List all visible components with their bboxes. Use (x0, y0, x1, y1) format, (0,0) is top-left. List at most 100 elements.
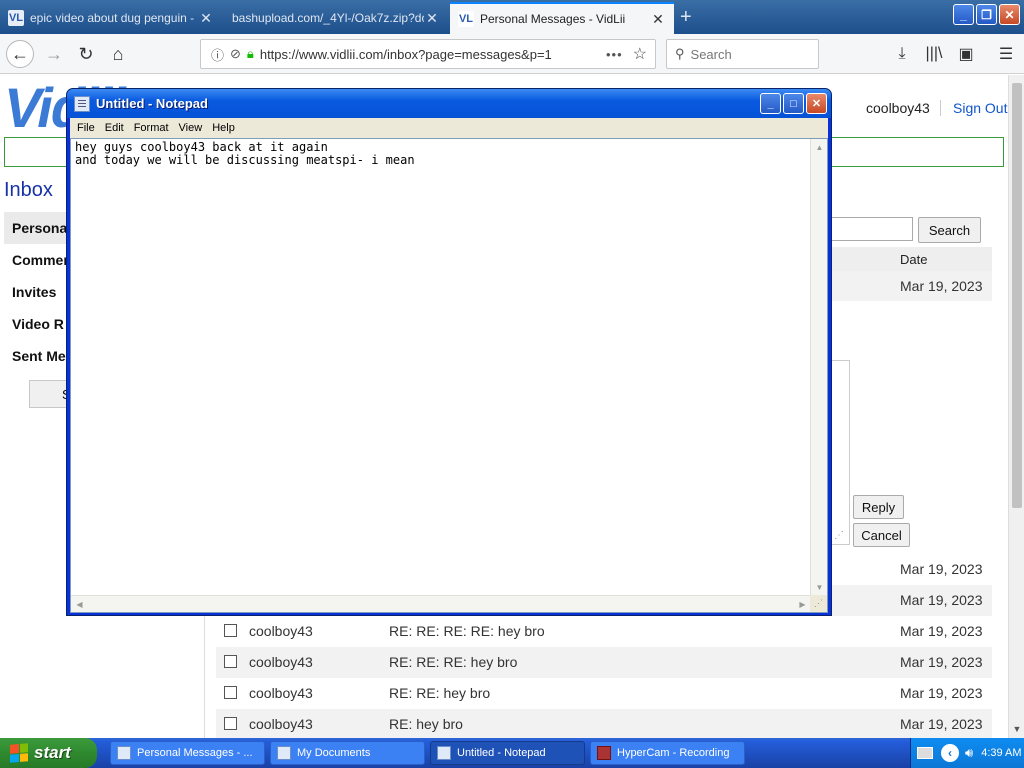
message-sender[interactable]: coolboy43 (249, 685, 313, 701)
sign-out-link[interactable]: Sign Out (940, 100, 1007, 116)
library-icon[interactable]: |||\ (922, 42, 946, 66)
close-tab-icon[interactable]: ✕ (650, 11, 666, 28)
reply-textarea[interactable] (832, 360, 850, 545)
horizontal-scrollbar[interactable]: ◀ ▶ (71, 595, 811, 612)
maximize-icon[interactable]: □ (783, 93, 804, 114)
scroll-right-icon[interactable]: ▶ (794, 596, 811, 613)
inbox-title: Inbox (4, 179, 53, 201)
message-checkbox[interactable] (224, 686, 237, 699)
taskbar-item-notepad[interactable]: Untitled - Notepad (430, 741, 585, 765)
url-bar[interactable]: ⓘ ⊘ 🔒︎ https://www.vidlii.com/inbox?page… (200, 39, 656, 69)
start-label: start (34, 743, 71, 762)
browser-search-input[interactable]: ⚲ Search (666, 39, 819, 69)
scroll-down-icon[interactable]: ▼ (1009, 721, 1024, 737)
scrollbar-thumb[interactable] (1012, 83, 1022, 508)
message-sender[interactable]: coolboy43 (249, 654, 313, 670)
search-icon: ⚲ (675, 46, 685, 61)
table-row[interactable]: coolboy43 RE: RE: RE: RE: hey bro Mar 19… (216, 616, 992, 647)
message-sender[interactable]: coolboy43 (249, 623, 313, 639)
menu-help[interactable]: Help (209, 122, 242, 134)
keyboard-icon[interactable] (917, 747, 933, 759)
vidlii-favicon-icon: VL (458, 11, 474, 27)
resize-grip-icon[interactable]: ⋰ (834, 530, 844, 541)
lock-icon[interactable]: 🔒︎ (247, 46, 254, 62)
new-tab-icon[interactable]: + (680, 6, 692, 29)
reload-icon[interactable]: ↻ (72, 40, 100, 68)
tracking-protection-icon[interactable]: ⊘ (230, 46, 241, 62)
inbox-search-input[interactable] (826, 217, 913, 241)
close-icon[interactable]: ✕ (999, 4, 1020, 25)
message-subject[interactable]: RE: RE: RE: RE: hey bro (389, 623, 545, 639)
table-row[interactable]: coolboy43 RE: RE: RE: hey bro Mar 19, 20… (216, 647, 992, 678)
notepad-titlebar[interactable]: Untitled - Notepad _ □ ✕ (67, 89, 831, 118)
url-text[interactable]: https://www.vidlii.com/inbox?page=messag… (260, 47, 606, 62)
message-date: Mar 19, 2023 (900, 561, 983, 577)
table-row[interactable]: coolboy43 RE: RE: hey bro Mar 19, 2023 (216, 678, 992, 709)
taskbar: start Personal Messages - ... My Documen… (0, 738, 1024, 768)
page-actions-icon[interactable]: ••• (606, 47, 623, 62)
notepad-window[interactable]: Untitled - Notepad _ □ ✕ File Edit Forma… (66, 88, 832, 616)
bookmark-star-icon[interactable]: ☆ (633, 44, 647, 64)
notepad-text-area[interactable]: hey guys coolboy43 back at it again and … (70, 138, 828, 613)
browser-icon (117, 746, 131, 760)
message-sender[interactable]: coolboy43 (249, 716, 313, 732)
close-icon[interactable]: ✕ (806, 93, 827, 114)
tab-bashupload[interactable]: bashupload.com/_4Yl-/Oak7z.zip?dow ✕ (224, 2, 448, 34)
tab-personal-messages[interactable]: VL Personal Messages - VidLii ✕ (450, 2, 674, 34)
tab-epic-video[interactable]: VL epic video about dug penguin - g ✕ (0, 2, 222, 34)
download-icon[interactable]: ⤓ (890, 42, 914, 66)
taskbar-item-personal-messages[interactable]: Personal Messages - ... (110, 741, 265, 765)
forward-arrow-icon[interactable]: → (40, 40, 68, 68)
reply-button[interactable]: Reply (853, 495, 904, 519)
minimize-icon[interactable]: _ (953, 4, 974, 25)
menu-file[interactable]: File (74, 122, 102, 134)
scroll-left-icon[interactable]: ◀ (71, 596, 88, 613)
back-arrow-icon[interactable]: ← (6, 40, 34, 68)
notepad-icon (74, 95, 90, 112)
taskbar-item-my-documents[interactable]: My Documents (270, 741, 425, 765)
date-column-header[interactable]: Date (830, 247, 992, 271)
menu-view[interactable]: View (176, 122, 210, 134)
vertical-scrollbar[interactable]: ▲ ▼ (810, 139, 827, 596)
close-tab-icon[interactable]: ✕ (198, 10, 214, 27)
close-tab-icon[interactable]: ✕ (424, 10, 440, 27)
inbox-search-button[interactable]: Search (918, 217, 981, 243)
home-icon[interactable]: ⌂ (104, 40, 132, 68)
vidlii-favicon-icon: VL (8, 10, 24, 26)
cancel-button[interactable]: Cancel (853, 523, 910, 547)
tab-title: Personal Messages - VidLii (480, 12, 626, 26)
search-placeholder: Search (690, 46, 732, 62)
menu-edit[interactable]: Edit (102, 122, 131, 134)
message-checkbox[interactable] (224, 717, 237, 730)
table-row[interactable]: coolboy43 RE: hey bro Mar 19, 2023 (216, 709, 992, 738)
show-hidden-icons-icon[interactable]: ‹ (941, 744, 959, 762)
info-icon[interactable]: ⓘ (211, 45, 224, 64)
scroll-up-icon[interactable]: ▲ (811, 139, 828, 156)
menu-format[interactable]: Format (131, 122, 176, 134)
notepad-title: Untitled - Notepad (96, 96, 208, 111)
sidebar-icon[interactable]: ▣ (954, 42, 978, 66)
start-button[interactable]: start (0, 738, 97, 768)
hypercam-icon (597, 746, 611, 760)
message-date: Mar 19, 2023 (900, 623, 983, 639)
message-subject[interactable]: RE: hey bro (389, 716, 463, 732)
scroll-down-icon[interactable]: ▼ (811, 579, 828, 596)
username-link[interactable]: coolboy43 (866, 100, 930, 116)
message-checkbox[interactable] (224, 655, 237, 668)
message-checkbox[interactable] (224, 624, 237, 637)
message-subject[interactable]: RE: RE: hey bro (389, 685, 490, 701)
browser-nav-bar: ← → ↻ ⌂ ⓘ ⊘ 🔒︎ https://www.vidlii.com/in… (0, 34, 1024, 74)
restore-icon[interactable]: ❐ (976, 4, 997, 25)
menu-icon[interactable]: ☰ (994, 42, 1018, 66)
resize-grip-icon[interactable]: ⋰ (810, 595, 827, 612)
message-date: Mar 19, 2023 (900, 654, 983, 670)
taskbar-item-label: HyperCam - Recording (617, 747, 730, 759)
taskbar-item-hypercam[interactable]: HyperCam - Recording (590, 741, 745, 765)
folder-icon (277, 746, 291, 760)
message-subject[interactable]: RE: RE: RE: hey bro (389, 654, 517, 670)
volume-icon[interactable]: 🔊︎ (965, 745, 973, 761)
minimize-icon[interactable]: _ (760, 93, 781, 114)
taskbar-item-label: Personal Messages - ... (137, 747, 253, 759)
notepad-content[interactable]: hey guys coolboy43 back at it again and … (75, 141, 415, 167)
page-scrollbar[interactable]: ▼ (1008, 75, 1024, 738)
